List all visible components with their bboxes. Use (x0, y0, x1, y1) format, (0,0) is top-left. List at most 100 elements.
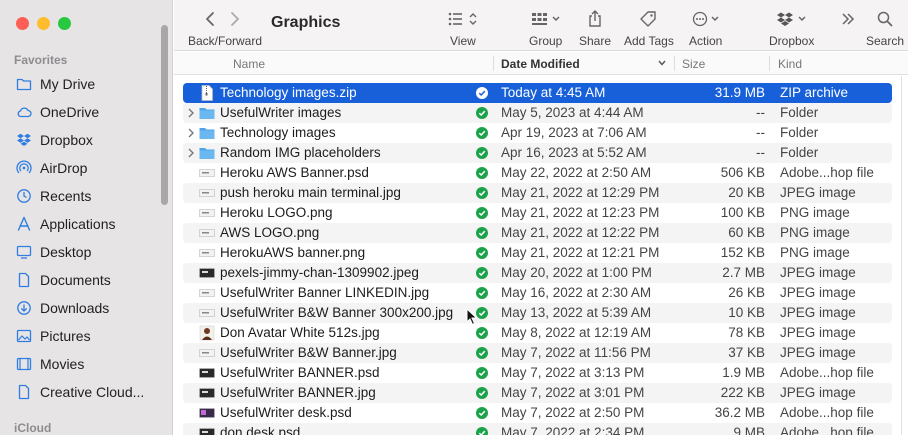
double-chevron-right-icon (842, 13, 855, 25)
sidebar-item-onedrive[interactable]: OneDrive (0, 98, 160, 126)
table-row[interactable]: UsefulWriter Banner LINKEDIN.jpg May 16, … (183, 283, 892, 303)
table-row[interactable]: UsefulWriter B&W Banner 300x200.jpg May 1… (183, 303, 892, 323)
disclosure-chevron-right-icon[interactable] (185, 126, 197, 140)
file-name: UsefulWriter B&W Banner.jpg (220, 345, 397, 360)
file-name: Technology images.zip (220, 85, 357, 100)
sidebar-item-downloads[interactable]: Downloads (0, 294, 160, 322)
column-header-size[interactable]: Size (682, 57, 705, 71)
action-button[interactable] (692, 9, 722, 29)
file-size: 26 KB (728, 285, 765, 300)
image-thumbnail-icon (199, 365, 215, 381)
sidebar-item-recents[interactable]: Recents (0, 182, 160, 210)
sidebar-item-label: AirDrop (40, 160, 88, 176)
sync-checkmark-icon (476, 427, 488, 435)
file-size: 152 KB (720, 245, 765, 260)
zoom-window-button[interactable] (58, 17, 71, 30)
sidebar-item-desktop[interactable]: Desktop (0, 238, 160, 266)
column-header-bar: Name Date Modified Size Kind (174, 52, 908, 75)
document-icon (16, 272, 32, 288)
sync-checkmark-icon (476, 367, 488, 379)
share-button[interactable] (588, 9, 602, 29)
file-size: 78 KB (728, 325, 765, 340)
sidebar-item-airdrop[interactable]: AirDrop (0, 154, 160, 182)
sidebar-section-icloud: iCloud (14, 421, 52, 435)
file-name: AWS LOGO.png (220, 225, 320, 240)
sidebar-item-dropbox[interactable]: Dropbox (0, 126, 160, 154)
table-row[interactable]: Heroku LOGO.png May 21, 2022 at 12:23 PM 1… (183, 203, 892, 223)
back-button[interactable] (205, 9, 215, 29)
image-thumbnail-icon (199, 265, 215, 281)
search-button[interactable] (877, 9, 893, 29)
table-row[interactable]: Random IMG placeholders Apr 16, 2023 at 5… (183, 143, 892, 163)
table-row[interactable]: UsefulWriter B&W Banner.jpg May 7, 2022 a… (183, 343, 892, 363)
file-kind: Folder (780, 145, 819, 160)
sort-chevron-down-icon[interactable] (657, 57, 667, 71)
file-name: UsefulWriter BANNER.jpg (220, 385, 376, 400)
share-label: Share (579, 34, 612, 48)
image-thumbnail-icon (199, 305, 215, 321)
file-date-modified: May 21, 2022 at 12:29 PM (501, 185, 660, 200)
more-toolbar-button[interactable] (841, 9, 855, 29)
minimize-window-button[interactable] (37, 17, 50, 30)
table-row[interactable]: Technology images Apr 19, 2023 at 7:06 AM… (183, 123, 892, 143)
sidebar-scrollbar[interactable] (161, 25, 168, 205)
table-row[interactable]: don desk.psd May 7, 2022 at 2:34 PM 9 MB Ad… (183, 423, 892, 435)
sidebar-item-label: Dropbox (40, 132, 93, 148)
disclosure-chevron-right-icon[interactable] (185, 146, 197, 160)
sync-checkmark-icon (476, 247, 488, 259)
table-row[interactable]: UsefulWriter BANNER.jpg May 7, 2022 at 3:… (183, 383, 892, 403)
sidebar-item-my-drive[interactable]: My Drive (0, 70, 160, 98)
sync-checkmark-icon (476, 347, 488, 359)
file-name: Heroku LOGO.png (220, 205, 333, 220)
file-name: pexels-jimmy-chan-1309902.jpeg (220, 265, 419, 280)
folder-icon (199, 145, 215, 161)
file-date-modified: May 21, 2022 at 12:21 PM (501, 245, 660, 260)
sidebar: Favorites My Drive OneDrive Dropbox AirDrop… (0, 0, 173, 435)
sidebar-item-pictures[interactable]: Pictures (0, 322, 160, 350)
close-window-button[interactable] (16, 17, 29, 30)
back-forward-label: Back/Forward (188, 34, 263, 48)
table-row[interactable]: push heroku main terminal.jpg May 21, 202… (183, 183, 892, 203)
sidebar-item-label: Pictures (40, 328, 91, 344)
table-row[interactable]: UsefulWriter images May 5, 2023 at 4:44 A… (183, 103, 892, 123)
sidebar-item-applications[interactable]: Applications (0, 210, 160, 238)
table-row[interactable]: Technology images.zip Today at 4:45 AM 31.… (183, 83, 892, 103)
image-thumbnail-icon (199, 245, 215, 261)
view-button[interactable] (448, 9, 480, 29)
group-button[interactable] (531, 9, 563, 29)
file-date-modified: May 5, 2023 at 4:44 AM (501, 105, 644, 120)
table-row[interactable]: pexels-jimmy-chan-1309902.jpeg May 20, 20… (183, 263, 892, 283)
column-header-date-modified[interactable]: Date Modified (501, 57, 580, 71)
disclosure-chevron-right-icon[interactable] (185, 106, 197, 120)
forward-button[interactable] (230, 9, 240, 29)
file-size: 10 KB (728, 305, 765, 320)
sidebar-item-documents[interactable]: Documents (0, 266, 160, 294)
table-row[interactable]: UsefulWriter desk.psd May 7, 2022 at 2:50… (183, 403, 892, 423)
file-kind: JPEG image (780, 385, 856, 400)
file-name: don desk.psd (220, 425, 301, 435)
sync-checkmark-icon (476, 87, 488, 99)
sidebar-item-creative-cloud[interactable]: Creative Cloud... (0, 378, 160, 406)
file-name: Random IMG placeholders (220, 145, 381, 160)
column-header-name[interactable]: Name (233, 57, 265, 71)
table-row[interactable]: UsefulWriter BANNER.psd May 7, 2022 at 3:… (183, 363, 892, 383)
tag-icon (640, 11, 656, 27)
table-row[interactable]: Heroku AWS Banner.psd May 22, 2022 at 2:5… (183, 163, 892, 183)
table-row[interactable]: Don Avatar White 512s.jpg May 8, 2022 at … (183, 323, 892, 343)
sidebar-item-label: Desktop (40, 244, 92, 260)
sidebar-item-movies[interactable]: Movies (0, 350, 160, 378)
dropbox-button[interactable] (776, 9, 808, 29)
column-header-kind[interactable]: Kind (778, 57, 802, 71)
add-tags-button[interactable] (639, 9, 657, 29)
file-size: 60 KB (728, 225, 765, 240)
finder-window: Favorites My Drive OneDrive Dropbox AirDrop… (0, 0, 908, 435)
pictures-icon (16, 328, 32, 344)
file-size: 1.9 MB (722, 365, 765, 380)
file-kind: JPEG image (780, 325, 856, 340)
sidebar-item-label: Applications (40, 216, 116, 232)
table-row[interactable]: HerokuAWS banner.png May 21, 2022 at 12:2… (183, 243, 892, 263)
file-date-modified: May 21, 2022 at 12:22 PM (501, 225, 660, 240)
table-row[interactable]: AWS LOGO.png May 21, 2022 at 12:22 PM 60 K… (183, 223, 892, 243)
clock-icon (16, 188, 32, 204)
sidebar-item-label: OneDrive (40, 104, 100, 120)
